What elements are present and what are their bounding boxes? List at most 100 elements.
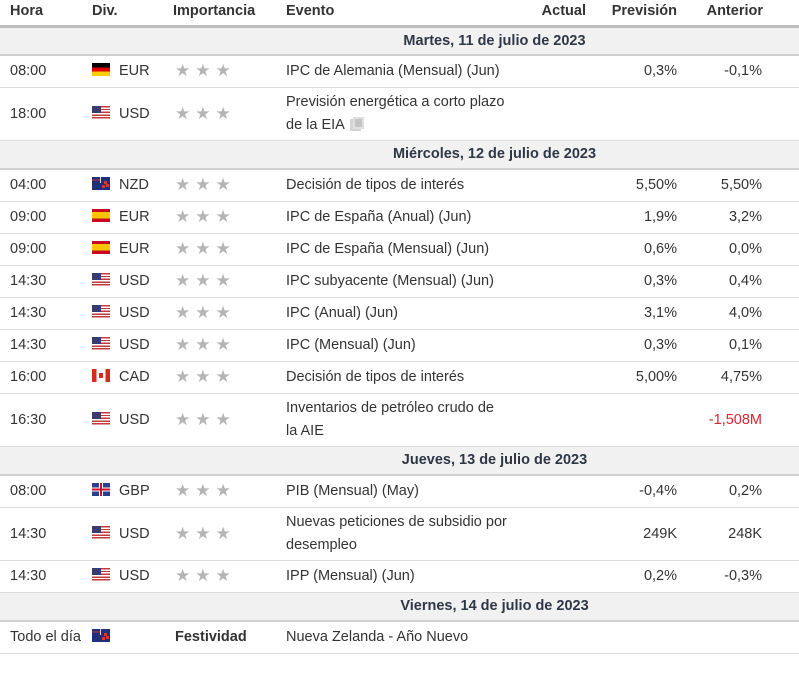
event-prevision: 5,50% [595,169,685,202]
flag-us-icon [92,337,110,350]
event-actual [511,87,595,141]
currency-code: USD [119,568,150,584]
star-icon: ★ [195,103,211,123]
event-currency-cell: EUR [82,233,164,266]
star-icon: ★ [195,566,211,585]
table-row[interactable]: 18:00 USD ★ ★ ★ Previsión energética a corto … [0,87,799,141]
day-header-label: Martes, 11 de julio de 2023 [0,26,799,56]
table-row[interactable]: 14:30 USD ★ ★ ★ IPC (Mensual) (Jun) 0,3% 0,1% [0,329,799,362]
flag-us-icon [92,105,110,119]
currency-code: USD [119,337,150,353]
table-row[interactable]: 16:00 CAD ★ ★ ★ Decisión de tipos de interés 5… [0,361,799,394]
event-anterior: 248K [685,507,799,561]
event-name[interactable]: IPC (Mensual) (Jun) [286,337,416,353]
currency-code: GBP [119,483,150,500]
event-name[interactable]: PIB (Mensual) (May) [286,483,419,499]
table-row[interactable]: 09:00 EUR ★ ★ ★ IPC de España (Anual) (Jun) 1,… [0,201,799,234]
star-icon: ★ [215,175,231,195]
event-name-cell[interactable]: IPC (Anual) (Jun) [277,297,511,330]
star-icon: ★ [175,335,191,354]
event-name[interactable]: Nueva Zelanda - Año Nuevo [286,629,468,645]
flag-ca-icon [92,369,110,382]
event-name[interactable]: IPC de España (Anual) (Jun) [286,209,471,225]
header-actual[interactable]: Actual [511,0,595,28]
event-time: 09:00 [0,201,82,234]
event-anterior: -0,3% [685,560,799,593]
event-name[interactable]: Decisión de tipos de interés [286,369,464,385]
event-actual [511,329,595,362]
event-name-cell[interactable]: Nuevas peticiones de subsidio por desemp… [277,507,511,561]
event-name-cell[interactable]: Previsión energética a corto plazo de la… [277,87,511,141]
event-prevision: 0,3% [595,55,685,88]
star-icon: ★ [215,103,231,123]
flag-es-icon [92,209,110,222]
event-prevision: -0,4% [595,475,685,508]
event-name[interactable]: IPC (Anual) (Jun) [286,305,398,321]
event-name[interactable]: Nuevas peticiones de subsidio por desemp… [286,514,507,553]
event-currency-cell: USD [82,560,164,593]
event-name-cell[interactable]: PIB (Mensual) (May) [277,475,511,508]
header-anterior[interactable]: Anterior [685,0,799,28]
star-icon: ★ [195,303,211,322]
event-prevision: 5,00% [595,361,685,394]
star-icon: ★ [215,207,231,226]
event-time: 14:30 [0,329,82,362]
star-icon: ★ [195,239,211,258]
importance-cell: ★ ★ ★ [164,329,277,362]
day-header-row: Martes, 11 de julio de 2023 [0,26,799,56]
table-row[interactable]: 14:30 USD ★ ★ ★ IPC subyacente (Mensual) (Jun… [0,265,799,298]
table-row[interactable]: 16:30 USD ★ ★ ★ Inventarios de petróleo crudo… [0,393,799,447]
table-row[interactable]: Todo el día Festividad Nueva Zelanda - Año… [0,621,799,654]
event-prevision: 3,1% [595,297,685,330]
event-prevision: 0,3% [595,329,685,362]
event-name-cell[interactable]: IPC de Alemania (Mensual) (Jun) [277,55,511,88]
event-name-cell[interactable]: IPC de España (Anual) (Jun) [277,201,511,234]
event-actual [511,507,595,561]
event-name[interactable]: IPC subyacente (Mensual) (Jun) [286,273,494,289]
flag-us-icon [92,525,110,539]
event-name-cell[interactable]: IPC (Mensual) (Jun) [277,329,511,362]
event-name[interactable]: Decisión de tipos de interés [286,177,464,193]
importance-cell: ★ ★ ★ [164,560,277,593]
event-actual [511,55,595,88]
event-time: 14:30 [0,265,82,298]
star-icon: ★ [215,367,231,386]
event-name-cell[interactable]: IPP (Mensual) (Jun) [277,560,511,593]
header-importancia[interactable]: Importancia [164,0,277,28]
event-actual [511,361,595,394]
day-header-label: Jueves, 13 de julio de 2023 [0,446,799,476]
event-name[interactable]: IPC de España (Mensual) (Jun) [286,241,489,257]
event-name[interactable]: IPP (Mensual) (Jun) [286,568,415,584]
header-div[interactable]: Div. [82,0,164,28]
table-row[interactable]: 08:00 EUR ★ ★ ★ IPC de Alemania (Mensual) (Ju… [0,55,799,88]
event-name-cell[interactable]: IPC de España (Mensual) (Jun) [277,233,511,266]
star-icon: ★ [215,409,231,429]
event-time: 16:00 [0,361,82,394]
table-row[interactable]: 14:30 USD ★ ★ ★ IPP (Mensual) (Jun) 0,2% -0,3% [0,560,799,593]
importance-cell: ★ ★ ★ [164,55,277,88]
event-name-cell[interactable]: Inventarios de petróleo crudo de la AIE [277,393,511,447]
flag-us-icon [92,411,110,425]
event-name[interactable]: IPC de Alemania (Mensual) (Jun) [286,63,500,79]
event-name-cell[interactable]: IPC subyacente (Mensual) (Jun) [277,265,511,298]
importance-cell: ★ ★ ★ [164,169,277,202]
event-name[interactable]: Inventarios de petróleo crudo de la AIE [286,400,494,439]
event-name-cell[interactable]: Nueva Zelanda - Año Nuevo [277,621,511,654]
star-icon: ★ [195,271,211,290]
event-name-cell[interactable]: Decisión de tipos de interés [277,169,511,202]
event-prevision: 0,6% [595,233,685,266]
day-header-row: Viernes, 14 de julio de 2023 [0,592,799,622]
event-name-cell[interactable]: Decisión de tipos de interés [277,361,511,394]
document-icon[interactable] [349,116,364,131]
header-hora[interactable]: Hora [0,0,82,28]
event-actual [511,475,595,508]
header-prevision[interactable]: Previsión [595,0,685,28]
event-time: 08:00 [0,475,82,508]
table-row[interactable]: 14:30 USD ★ ★ ★ Nuevas peticiones de subsidio… [0,507,799,561]
event-name[interactable]: Previsión energética a corto plazo de la… [286,94,504,133]
header-evento[interactable]: Evento [277,0,511,28]
table-row[interactable]: 08:00 GBP ★ ★ ★ PIB (Mensual) (May) -0,4% 0,2% [0,475,799,508]
table-row[interactable]: 09:00 EUR ★ ★ ★ IPC de España (Mensual) (Jun)… [0,233,799,266]
table-row[interactable]: 14:30 USD ★ ★ ★ IPC (Anual) (Jun) 3,1% 4,0% [0,297,799,330]
table-row[interactable]: 04:00 NZD ★ ★ ★ Decisión de tipos de interés 5… [0,169,799,202]
